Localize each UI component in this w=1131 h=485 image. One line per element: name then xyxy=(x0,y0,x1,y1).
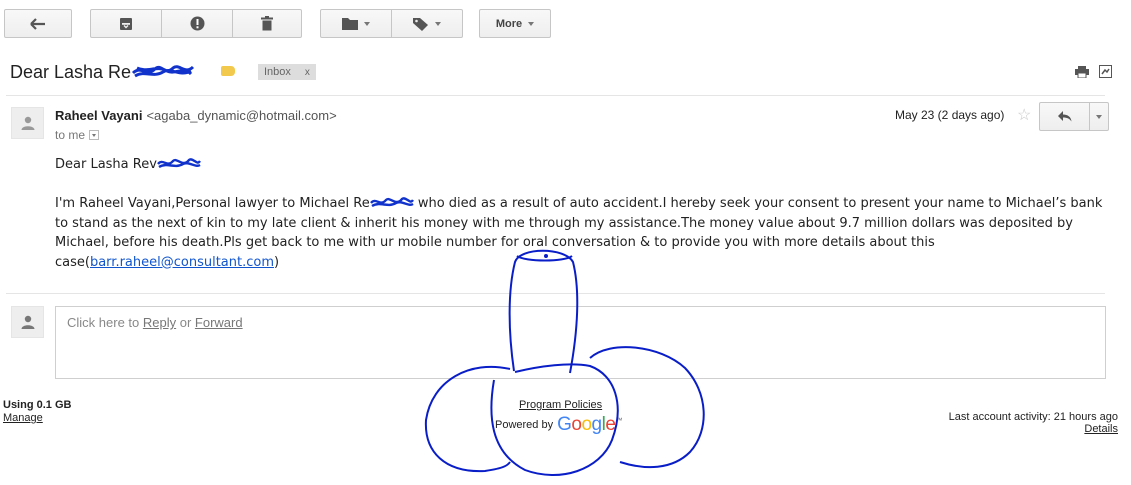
body-text-end: ) xyxy=(274,254,280,270)
delete-button[interactable] xyxy=(232,9,302,38)
redaction-scribble xyxy=(132,65,195,78)
google-logo: Google™ xyxy=(557,414,622,436)
powered-by-text: Powered by xyxy=(495,419,554,431)
print-icon[interactable] xyxy=(1075,66,1089,78)
remove-label-button[interactable]: x xyxy=(305,67,310,78)
google-logo-letter: o xyxy=(571,414,582,435)
divider xyxy=(6,293,1105,294)
redaction-scribble xyxy=(157,158,201,169)
reply-prompt: Click here to xyxy=(67,315,143,330)
back-button[interactable] xyxy=(4,9,72,38)
redaction-scribble xyxy=(369,197,414,208)
forward-link[interactable]: Forward xyxy=(195,315,243,330)
last-account-activity: Last account activity: 21 hours ago xyxy=(948,411,1118,423)
sender-avatar xyxy=(11,107,44,139)
open-in-new-window-icon[interactable] xyxy=(1099,65,1112,78)
sender-name[interactable]: Raheel Vayani xyxy=(55,108,142,123)
folder-icon xyxy=(342,18,358,30)
recipient-line: to me xyxy=(55,128,100,142)
arrow-left-icon xyxy=(30,17,45,30)
chevron-down-icon xyxy=(528,21,535,26)
labels-button[interactable] xyxy=(391,9,463,38)
sender-email: <agaba_dynamic@hotmail.com> xyxy=(146,108,337,123)
sender: Raheel Vayani <agaba_dynamic@hotmail.com> xyxy=(55,108,337,123)
google-logo-letter: e xyxy=(605,414,616,435)
more-button[interactable]: More xyxy=(479,9,551,38)
report-spam-button[interactable] xyxy=(161,9,233,38)
report-spam-icon xyxy=(190,16,204,31)
to-me-label: to me xyxy=(55,128,86,142)
organize-button-group xyxy=(320,9,463,38)
archive-icon xyxy=(120,17,132,30)
email-subject: Dear Lasha Re xyxy=(10,61,195,83)
message-paragraph: I'm Raheel Vayani,Personal lawyer to Mic… xyxy=(55,194,1105,272)
label-tag-icon xyxy=(413,17,428,31)
person-icon xyxy=(21,315,34,329)
google-logo-letter: g xyxy=(591,414,603,435)
person-icon xyxy=(21,116,34,130)
message-body: Dear Lasha Rev I'm Raheel Vayani,Persona… xyxy=(55,155,1105,272)
email-link[interactable]: barr.raheel@consultant.com xyxy=(90,255,274,270)
chevron-down-icon xyxy=(92,133,97,137)
greeting-text: Dear Lasha Rev xyxy=(55,157,157,172)
google-logo-letter: G xyxy=(557,414,572,435)
more-actions-dropdown[interactable] xyxy=(1089,102,1109,131)
reply-or: or xyxy=(176,315,195,330)
more-label: More xyxy=(495,17,523,30)
inbox-label-chip[interactable]: Inbox x xyxy=(258,64,316,80)
powered-by-google: Powered by Google™ xyxy=(495,414,622,436)
move-to-button[interactable] xyxy=(320,9,392,38)
important-marker-icon[interactable] xyxy=(221,66,235,76)
reply-box[interactable]: Click here to Reply or Forward xyxy=(55,306,1106,379)
chevron-down-icon xyxy=(1096,114,1102,119)
archive-button[interactable] xyxy=(90,9,162,38)
user-avatar xyxy=(11,306,44,338)
trademark: ™ xyxy=(615,417,622,425)
google-logo-letter: o xyxy=(581,414,592,435)
reply-arrow-icon xyxy=(1057,111,1071,122)
action-button-group xyxy=(90,9,302,38)
divider xyxy=(6,95,1105,96)
activity-details-link[interactable]: Details xyxy=(1084,423,1118,435)
trash-icon xyxy=(261,16,273,31)
reply-button[interactable] xyxy=(1039,102,1090,131)
message-date: May 23 (2 days ago) xyxy=(895,108,1005,122)
chevron-down-icon xyxy=(435,21,441,26)
storage-usage: Using 0.1 GB xyxy=(3,399,72,411)
body-text-1: I'm Raheel Vayani,Personal lawyer to Mic… xyxy=(55,196,370,211)
star-icon[interactable]: ☆ xyxy=(1017,105,1031,125)
show-details-dropdown[interactable] xyxy=(89,130,100,140)
subject-text: Dear Lasha Re xyxy=(10,62,132,82)
reply-button-group xyxy=(1039,102,1109,131)
greeting: Dear Lasha Rev xyxy=(55,155,1105,175)
chevron-down-icon xyxy=(364,21,370,26)
inbox-label-text: Inbox xyxy=(264,66,291,78)
manage-storage-link[interactable]: Manage xyxy=(3,412,43,424)
program-policies-link[interactable]: Program Policies xyxy=(519,399,602,411)
reply-link[interactable]: Reply xyxy=(143,315,176,330)
